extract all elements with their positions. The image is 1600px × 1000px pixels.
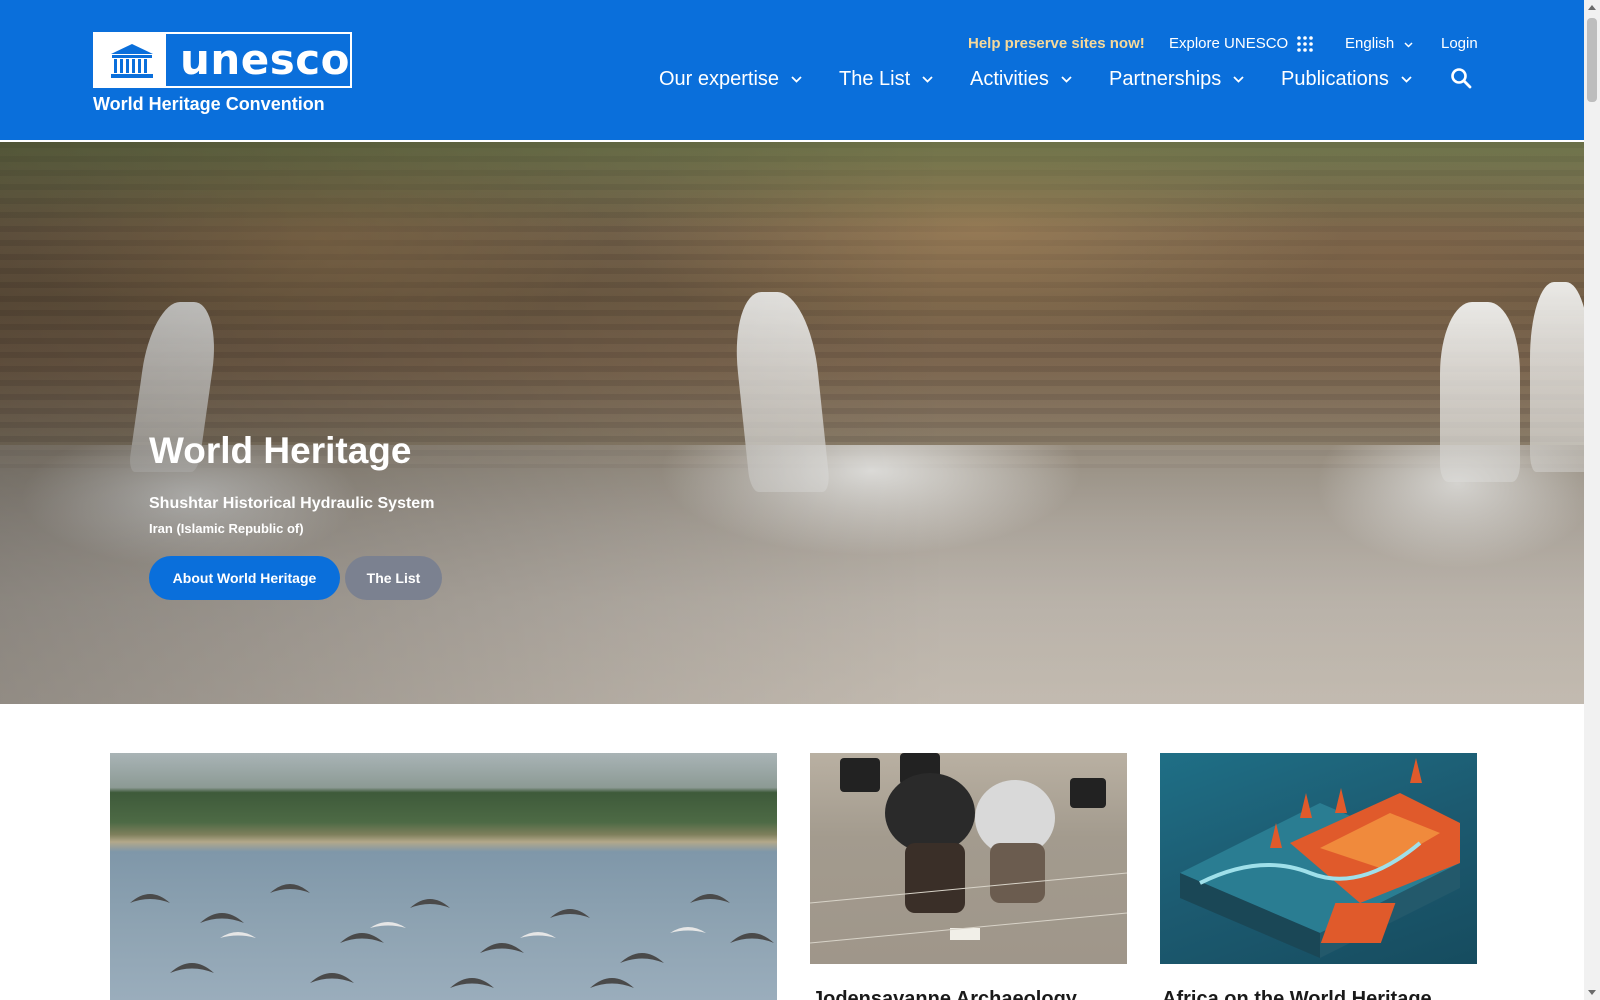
login-link[interactable]: Login	[1441, 35, 1478, 52]
nav-activities[interactable]: Activities	[970, 68, 1072, 91]
hero-site-name[interactable]: Shushtar Historical Hydraulic System	[149, 495, 434, 513]
card-title-africa[interactable]: Africa on the World Heritage	[1162, 988, 1477, 1000]
chevron-down-icon	[1401, 76, 1412, 83]
nav-publications[interactable]: Publications	[1281, 68, 1412, 91]
chevron-down-icon	[922, 76, 933, 83]
nav-the-list[interactable]: The List	[839, 68, 933, 91]
card-image-cranes[interactable]	[110, 753, 777, 1000]
convention-title[interactable]: World Heritage Convention	[93, 94, 325, 115]
unesco-logo[interactable]: unesco	[93, 32, 352, 88]
page-scrollbar[interactable]	[1584, 0, 1600, 1000]
language-selector[interactable]: English	[1345, 35, 1413, 52]
apps-grid-icon[interactable]	[1297, 36, 1313, 57]
nav-label: Partnerships	[1109, 68, 1222, 90]
hero-country: Iran (Islamic Republic of)	[149, 521, 304, 536]
chevron-down-icon	[791, 76, 802, 83]
nav-partnerships[interactable]: Partnerships	[1109, 68, 1244, 91]
nav-label: Publications	[1281, 68, 1389, 90]
about-world-heritage-button[interactable]: About World Heritage	[149, 556, 340, 600]
nav-label: The List	[839, 68, 911, 90]
the-list-button[interactable]: The List	[345, 556, 442, 600]
nav-our-expertise[interactable]: Our expertise	[659, 68, 802, 91]
archaeology-dig-icon	[810, 753, 1127, 944]
scroll-down-arrow-icon[interactable]	[1588, 990, 1596, 995]
language-label: English	[1345, 35, 1395, 52]
nav-label: Activities	[970, 68, 1049, 90]
hero-overlay	[0, 142, 1584, 704]
nav-label: Our expertise	[659, 68, 780, 90]
explore-unesco-link[interactable]: Explore UNESCO	[1169, 35, 1288, 52]
unesco-temple-emblem-icon	[95, 34, 166, 86]
card-title-archaeology[interactable]: Jodensavanne Archaeology	[812, 988, 1127, 1000]
card-image-africa-illustration[interactable]	[1160, 753, 1477, 964]
scroll-up-arrow-icon[interactable]	[1588, 5, 1596, 10]
scroll-thumb[interactable]	[1587, 18, 1597, 102]
logo-wordmark: unesco	[179, 35, 350, 84]
chevron-down-icon	[1233, 76, 1244, 83]
help-preserve-link[interactable]: Help preserve sites now!	[968, 35, 1145, 52]
site-header: unesco World Heritage Convention Help pr…	[0, 0, 1584, 140]
cranes-flock-icon	[130, 884, 774, 988]
search-icon[interactable]	[1450, 67, 1472, 94]
hero-banner: World Heritage Shushtar Historical Hydra…	[0, 142, 1584, 704]
chevron-down-icon	[1404, 35, 1413, 52]
africa-terrain-illustration-icon	[1180, 758, 1460, 958]
card-image-archaeology[interactable]	[810, 753, 1127, 964]
hero-title: World Heritage	[149, 430, 412, 471]
chevron-down-icon	[1061, 76, 1072, 83]
